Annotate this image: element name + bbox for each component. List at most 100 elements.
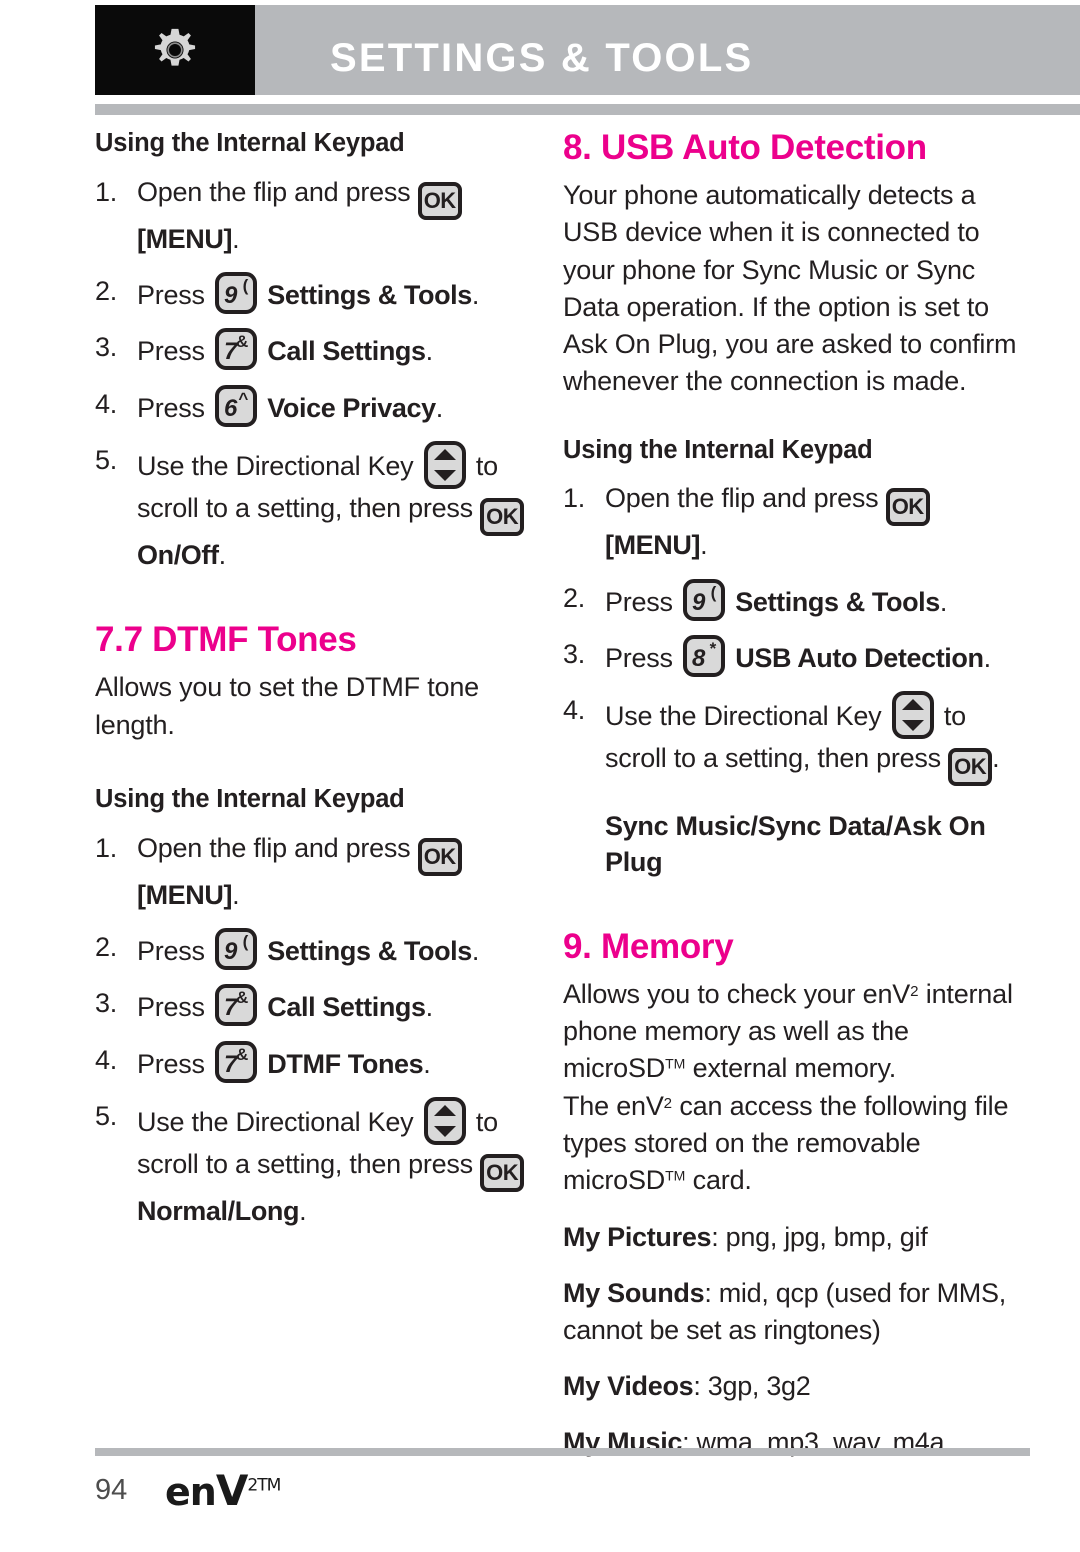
dtmf-body: Allows you to set the DTMF tone length. [95, 672, 479, 740]
step-text: Press [137, 336, 213, 367]
step-number: 3. [95, 988, 118, 1019]
numeric-key-icon: 8 * [683, 634, 726, 677]
step-text: Press [137, 992, 213, 1023]
header-rule [95, 104, 1080, 115]
ok-key-icon: OK [417, 837, 462, 876]
brand-logo: enV2TM [165, 1466, 281, 1515]
file-type-sounds: My Sounds: mid, qcp (used for MMS, canno… [563, 1275, 1023, 1347]
caret-down-icon [901, 720, 924, 732]
step-tail: . [939, 586, 948, 617]
directional-key-icon [423, 440, 466, 489]
step-emphasis: Settings & Tools [267, 935, 472, 966]
numeric-key-icon: 9( [215, 927, 258, 970]
file-type-label: My Pictures [563, 1222, 712, 1253]
ok-key-icon: OK [480, 497, 525, 536]
brand-v: V [215, 1466, 249, 1515]
ok-key-icon: OK [480, 1153, 525, 1192]
step-number: 4. [95, 1044, 118, 1075]
list-item: 4. Use the Directional Key to scroll to a… [563, 691, 1023, 787]
list-item: 4. Press 6 ^ Voice Privacy. [95, 384, 540, 427]
step-text: Open the flip and press [137, 832, 418, 863]
step-emphasis: On/Off [137, 539, 219, 570]
key-superscript: & [236, 1044, 249, 1064]
gear-icon [154, 28, 196, 66]
footer-rule [95, 1448, 1030, 1456]
step-number: 1. [563, 483, 586, 514]
step-number: 4. [95, 388, 118, 419]
step-emphasis: Settings & Tools [735, 586, 940, 617]
usb-subhead: Using the Internal Keypad [563, 435, 873, 464]
numeric-key-icon: 6 ^ [215, 384, 258, 427]
step-text: Press [605, 642, 681, 673]
usb-steps: 1. Open the flip and press OK [MENU]. 2. Pr… [563, 479, 1023, 787]
step-tail: . [983, 642, 992, 673]
step-tail: . [471, 935, 480, 966]
step-emphasis: Settings & Tools [267, 279, 472, 310]
step-number: 1. [95, 832, 118, 863]
memory-body-2a: The enV [563, 1090, 664, 1121]
usb-heading: 8. USB Auto Detection [563, 128, 927, 167]
step-emphasis: USB Auto Detection [735, 642, 984, 673]
caret-up-icon [433, 1104, 456, 1116]
step-tail: . [700, 530, 708, 561]
file-type-value: : 3gp, 3g2 [693, 1370, 811, 1401]
step-text: Use the Directional Key [605, 701, 889, 732]
file-type-value: : png, jpg, bmp, gif [711, 1222, 928, 1253]
key-superscript: & [236, 332, 249, 352]
list-item: 1. Open the flip and press OK [MENU]. [563, 479, 1023, 564]
memory-heading: 9. Memory [563, 926, 734, 966]
list-item: 1. Open the flip and press OK [MENU]. [95, 173, 540, 258]
voice-privacy-steps: 1. Open the flip and press OK [MENU]. 2. Pr… [95, 173, 540, 575]
step-text: Press [137, 279, 213, 310]
step-text: Press [137, 935, 213, 966]
caret-down-icon [433, 469, 456, 481]
step-number: 5. [95, 444, 118, 475]
step-tail: . [435, 392, 444, 423]
page-title: SETTINGS & TOOLS [330, 36, 754, 80]
key-digit: 9 [224, 937, 238, 965]
brand-en: en [165, 1470, 217, 1514]
step-number: 2. [95, 275, 118, 306]
step-emphasis: Voice Privacy [267, 392, 436, 423]
step-tail: . [471, 279, 480, 310]
step-text: Use the Directional Key [137, 450, 421, 481]
memory-body-1: Allows you to check your enV2 internal p… [563, 976, 1023, 1088]
key-superscript: ^ [238, 388, 249, 408]
caret-down-icon [433, 1125, 456, 1137]
step-emphasis: [MENU] [137, 223, 233, 254]
list-item: 3. Press 7 & Call Settings. [95, 984, 540, 1027]
numeric-key-icon: 9( [683, 578, 726, 621]
usb-body: Your phone automatically detects a USB d… [563, 180, 1017, 397]
page-footer: 94 enV2TM [95, 1466, 595, 1522]
caret-up-icon [901, 699, 924, 711]
step-emphasis: Call Settings [267, 992, 426, 1023]
header-icon-box [95, 5, 255, 95]
voice-privacy-subhead: Using the Internal Keypad [95, 129, 405, 157]
step-number: 1. [95, 176, 118, 207]
numeric-key-icon: 7 & [215, 328, 258, 371]
step-tail: . [232, 223, 240, 254]
key-superscript: & [236, 988, 249, 1008]
list-item: 3. Press 7 & Call Settings. [95, 328, 540, 371]
step-text: Press [605, 586, 681, 617]
step-tail: . [423, 1048, 431, 1079]
step-emphasis: [MENU] [137, 879, 233, 910]
list-item: 1. Open the flip and press OK [MENU]. [95, 829, 540, 914]
list-item: 5. Use the Directional Key to scroll to a… [95, 440, 540, 574]
step-tail: . [299, 1195, 307, 1226]
memory-body-1c: external memory. [685, 1053, 897, 1084]
file-type-label: My Videos [563, 1370, 694, 1401]
superscript-two: 2 [663, 1094, 673, 1112]
memory-body-2: The enV2 can access the following file t… [563, 1088, 1023, 1200]
key-superscript: ( [242, 275, 249, 295]
step-tail: . [425, 992, 434, 1023]
step-tail: . [992, 743, 1000, 774]
trademark-icon: TM [665, 1167, 686, 1184]
list-item: 2. Press 9( Settings & Tools. [563, 578, 1023, 621]
file-type-videos: My Videos: 3gp, 3g2 [563, 1368, 1023, 1404]
step-emphasis: DTMF Tones [267, 1048, 424, 1079]
step-number: 2. [563, 582, 586, 613]
numeric-key-icon: 7 & [215, 1040, 258, 1083]
step-tail: . [232, 879, 240, 910]
key-digit: 9 [224, 281, 238, 309]
